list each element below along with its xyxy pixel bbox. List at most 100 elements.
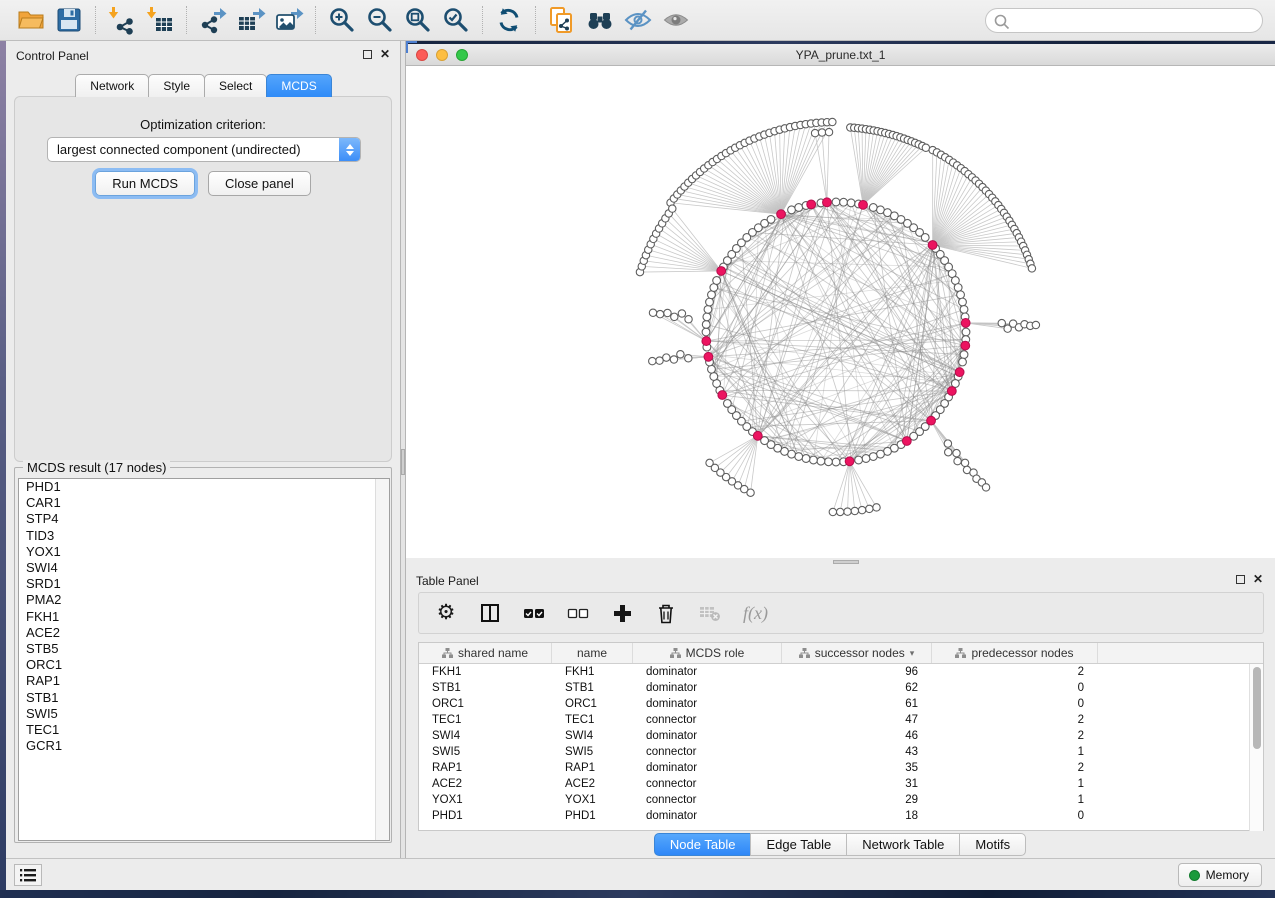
export-network-icon[interactable]	[194, 3, 232, 37]
optimization-criterion-dropdown[interactable]: largest connected component (undirected)	[47, 137, 361, 162]
column-header-predecessor-nodes[interactable]: predecessor nodes	[932, 643, 1098, 663]
splitter-handle[interactable]	[401, 449, 405, 475]
scrollbar-thumb[interactable]	[1253, 667, 1261, 749]
table-row[interactable]: RAP1RAP1dominator352	[419, 760, 1250, 776]
column-type-icon	[442, 648, 453, 658]
mcds-result-item[interactable]: YOX1	[19, 544, 389, 560]
mcds-result-item[interactable]: SWI5	[19, 706, 389, 722]
table-row[interactable]: TEC1TEC1connector472	[419, 712, 1250, 728]
table-row[interactable]: PHD1PHD1dominator180	[419, 808, 1250, 824]
export-table-icon[interactable]	[232, 3, 270, 37]
table-cell: 0	[932, 808, 1098, 824]
mcds-result-item[interactable]: TEC1	[19, 722, 389, 738]
search-input[interactable]	[985, 8, 1263, 33]
deselect-all-icon[interactable]	[567, 600, 589, 626]
column-header-MCDS-role[interactable]: MCDS role	[633, 643, 782, 663]
hide-panels-eye-slash-icon[interactable]	[619, 3, 657, 37]
import-table-icon[interactable]	[141, 3, 179, 37]
dropdown-stepper-icon[interactable]	[339, 138, 360, 161]
horizontal-splitter[interactable]	[406, 558, 1275, 566]
table-cell: SWI5	[419, 744, 552, 760]
open-file-icon[interactable]	[12, 3, 50, 37]
mcds-result-item[interactable]: CAR1	[19, 495, 389, 511]
tab-select[interactable]: Select	[204, 74, 267, 97]
function-builder-icon-disabled: f(x)	[743, 600, 768, 626]
mcds-result-item[interactable]: SWI4	[19, 560, 389, 576]
table-cell: YOX1	[552, 792, 633, 808]
zoom-selected-icon[interactable]	[437, 3, 475, 37]
mcds-result-item[interactable]: STB1	[19, 690, 389, 706]
control-panel-tabs: Network Style Select MCDS	[6, 74, 400, 97]
mcds-result-item[interactable]: FKH1	[19, 609, 389, 625]
save-session-icon[interactable]	[50, 3, 88, 37]
close-panel-icon[interactable]: ✕	[1253, 574, 1263, 584]
column-header-successor-nodes[interactable]: successor nodes▾	[782, 643, 932, 663]
mcds-result-item[interactable]: GCR1	[19, 738, 389, 754]
splitter-handle[interactable]	[833, 560, 859, 564]
tab-motifs[interactable]: Motifs	[959, 833, 1026, 856]
zoom-in-icon[interactable]	[323, 3, 361, 37]
zoom-fit-icon[interactable]	[399, 3, 437, 37]
network-graph[interactable]	[406, 66, 1275, 558]
show-panels-eye-icon[interactable]	[657, 3, 695, 37]
table-row[interactable]: YOX1YOX1connector291	[419, 792, 1250, 808]
table-cell: dominator	[633, 808, 782, 824]
mcds-result-item[interactable]: RAP1	[19, 673, 389, 689]
refresh-icon[interactable]	[490, 3, 528, 37]
mcds-result-item[interactable]: STB5	[19, 641, 389, 657]
table-row[interactable]: FKH1FKH1dominator962	[419, 664, 1250, 680]
tab-style[interactable]: Style	[148, 74, 205, 97]
mcds-result-item[interactable]: PMA2	[19, 592, 389, 608]
import-network-icon[interactable]	[103, 3, 141, 37]
zoom-out-icon[interactable]	[361, 3, 399, 37]
network-view-titlebar[interactable]: YPA_prune.txt_1	[406, 44, 1275, 66]
table-cell: RAP1	[552, 760, 633, 776]
table-scrollbar[interactable]	[1249, 664, 1263, 831]
mcds-result-list[interactable]: PHD1CAR1STP4TID3YOX1SWI4SRD1PMA2FKH1ACE2…	[18, 478, 390, 841]
table-settings-gear-icon[interactable]: ⚙	[435, 600, 457, 626]
mcds-result-item[interactable]: STP4	[19, 511, 389, 527]
duplicate-network-icon[interactable]	[543, 3, 581, 37]
column-header-name[interactable]: name	[552, 643, 633, 663]
table-cell: dominator	[633, 664, 782, 680]
mcds-list-scrollbar[interactable]	[375, 479, 389, 840]
control-panel-title: Control Panel	[16, 49, 89, 63]
find-binoculars-icon[interactable]	[581, 3, 619, 37]
mcds-result-item[interactable]: SRD1	[19, 576, 389, 592]
table-cell: ACE2	[419, 776, 552, 792]
tab-edge-table[interactable]: Edge Table	[750, 833, 847, 856]
table-row[interactable]: SWI4SWI4dominator462	[419, 728, 1250, 744]
close-panel-button[interactable]: Close panel	[208, 171, 311, 196]
tab-node-table[interactable]: Node Table	[654, 833, 752, 856]
table-cell: 47	[782, 712, 932, 728]
list-icon	[20, 869, 36, 882]
mcds-result-item[interactable]: ACE2	[19, 625, 389, 641]
table-row[interactable]: ACE2ACE2connector311	[419, 776, 1250, 792]
table-cell: SWI4	[419, 728, 552, 744]
table-row[interactable]: STB1STB1dominator620	[419, 680, 1250, 696]
delete-column-trash-icon[interactable]	[655, 600, 677, 626]
tab-mcds[interactable]: MCDS	[266, 74, 331, 97]
search-icon	[993, 13, 1010, 30]
add-column-plus-icon[interactable]	[611, 600, 633, 626]
export-image-icon[interactable]	[270, 3, 308, 37]
memory-button[interactable]: Memory	[1178, 863, 1262, 887]
mcds-result-item[interactable]: ORC1	[19, 657, 389, 673]
close-panel-icon[interactable]: ✕	[380, 49, 390, 59]
mcds-result-item[interactable]: PHD1	[19, 479, 389, 495]
table-cell: STB1	[419, 680, 552, 696]
float-panel-icon[interactable]	[1236, 575, 1245, 584]
tab-network-table[interactable]: Network Table	[846, 833, 960, 856]
tab-network[interactable]: Network	[75, 74, 149, 97]
select-all-icon[interactable]	[523, 600, 545, 626]
network-canvas[interactable]	[406, 66, 1275, 558]
column-header-shared-name[interactable]: shared name	[419, 643, 552, 663]
table-row[interactable]: SWI5SWI5connector431	[419, 744, 1250, 760]
mcds-result-item[interactable]: TID3	[19, 528, 389, 544]
run-mcds-button[interactable]: Run MCDS	[95, 171, 195, 196]
task-history-button[interactable]	[14, 864, 42, 886]
table-cell: 2	[932, 760, 1098, 776]
split-table-columns-icon[interactable]	[479, 600, 501, 626]
table-row[interactable]: ORC1ORC1dominator610	[419, 696, 1250, 712]
float-panel-icon[interactable]	[363, 50, 372, 59]
